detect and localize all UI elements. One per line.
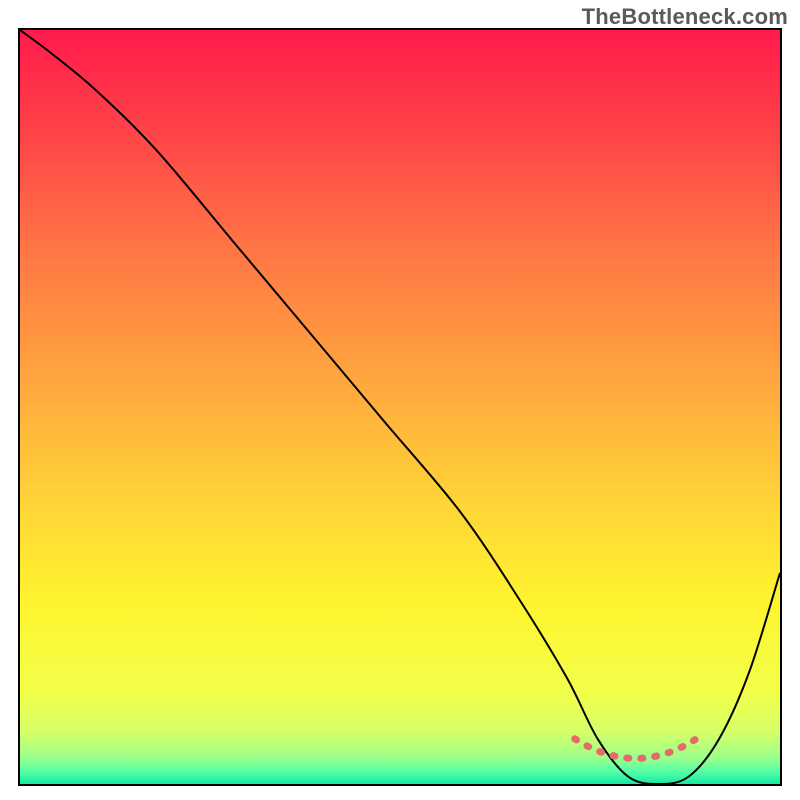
gradient-background (20, 30, 780, 784)
chart-svg (20, 30, 780, 784)
plot-frame (18, 28, 782, 786)
watermark-text: TheBottleneck.com (582, 4, 788, 30)
chart-container: TheBottleneck.com (0, 0, 800, 800)
